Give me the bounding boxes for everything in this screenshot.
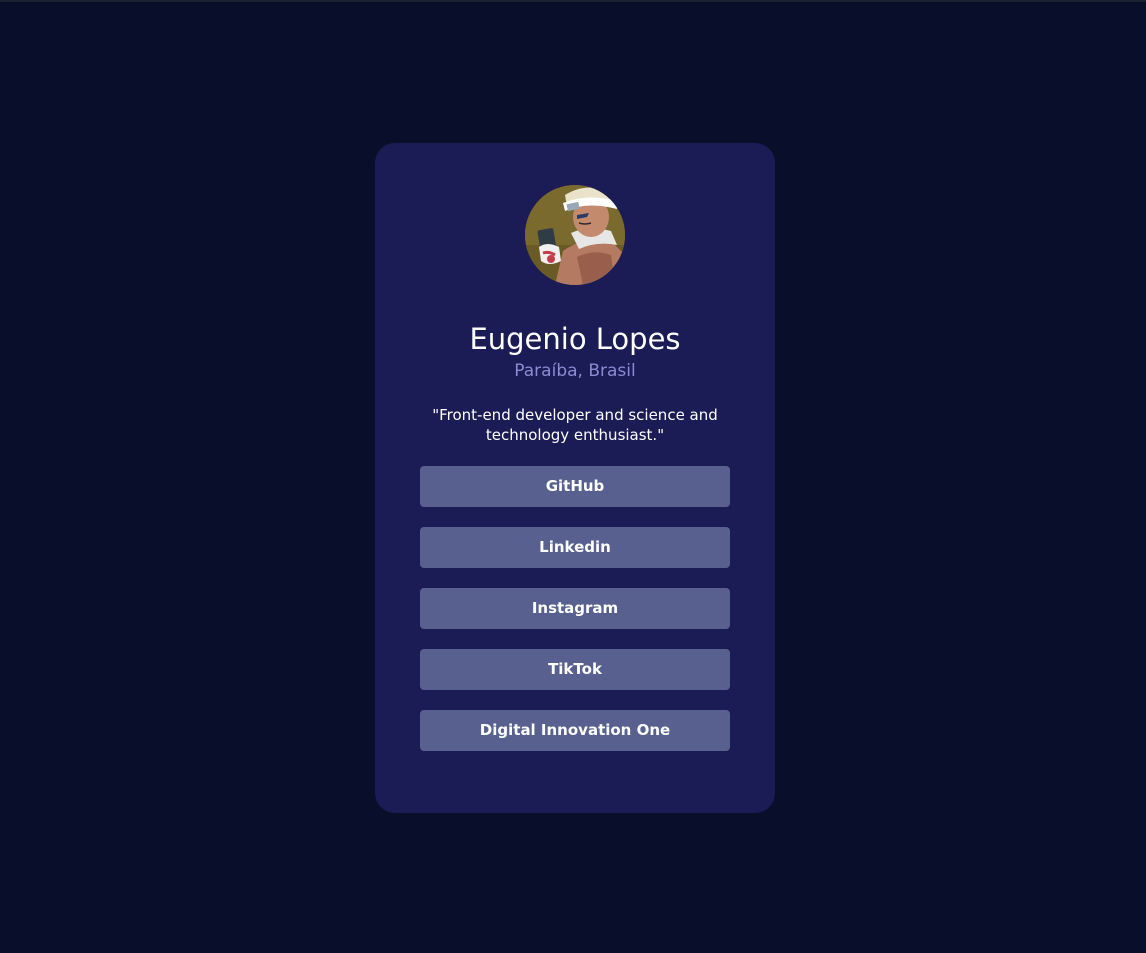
tiktok-link-button[interactable]: TikTok <box>420 649 730 690</box>
social-links-list: GitHub Linkedin Instagram TikTok Digital… <box>420 466 730 771</box>
profile-card: Eugenio Lopes Paraíba, Brasil "Front-end… <box>375 143 775 813</box>
list-item: Digital Innovation One <box>420 710 730 751</box>
avatar-illustration <box>525 185 625 285</box>
github-link-button[interactable]: GitHub <box>420 466 730 507</box>
window-top-border <box>0 0 1146 2</box>
list-item: Linkedin <box>420 527 730 568</box>
profile-name: Eugenio Lopes <box>469 322 681 356</box>
digital-innovation-one-link-button[interactable]: Digital Innovation One <box>420 710 730 751</box>
list-item: TikTok <box>420 649 730 690</box>
profile-location: Paraíba, Brasil <box>514 361 636 381</box>
profile-avatar <box>525 185 625 285</box>
profile-bio: "Front-end developer and science and tec… <box>432 406 718 444</box>
instagram-link-button[interactable]: Instagram <box>420 588 730 629</box>
list-item: Instagram <box>420 588 730 629</box>
list-item: GitHub <box>420 466 730 507</box>
linkedin-link-button[interactable]: Linkedin <box>420 527 730 568</box>
